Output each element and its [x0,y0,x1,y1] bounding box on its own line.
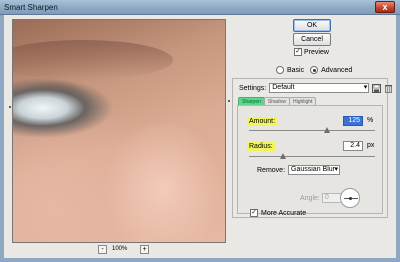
amount-label: Amount: [247,117,278,126]
ok-button[interactable]: OK [293,19,331,32]
title-bar: Smart Sharpen x [0,0,400,15]
mode-selector: Basic Advanced [276,66,352,74]
settings-dropdown[interactable]: Default [269,83,370,93]
save-icon[interactable] [372,83,382,93]
more-accurate-checkbox[interactable]: ✓ [250,209,258,217]
preview-edge-marker-right [228,100,230,102]
amount-slider[interactable] [249,127,375,133]
remove-dropdown[interactable]: Gaussian Blur [288,165,341,175]
settings-label: Settings: [239,84,267,92]
preview-checkbox[interactable]: ✓ [294,48,302,56]
trash-icon[interactable] [384,84,393,93]
preview-image[interactable] [12,19,226,243]
remove-row: Remove: Gaussian Blur [257,165,341,175]
radius-slider-thumb[interactable] [280,153,287,159]
close-button[interactable]: x [375,1,395,13]
settings-row: Settings: Default [239,83,393,93]
radius-label: Radius: [247,142,275,151]
preview-label: Preview [304,48,329,56]
tab-sharpen[interactable]: Sharpen [238,97,265,105]
more-accurate-label: More Accurate [261,209,307,217]
radius-input[interactable]: 2.4 [343,141,363,151]
advanced-label: Advanced [321,66,353,74]
radius-unit: px [367,142,375,149]
tab-shadow[interactable]: Shadow [263,97,290,105]
cancel-button[interactable]: Cancel [293,33,331,46]
basic-label: Basic [287,66,305,74]
amount-slider-thumb[interactable] [324,127,331,133]
tab-highlight[interactable]: Highlight [288,97,317,105]
radius-slider[interactable] [249,153,375,159]
angle-dial [340,188,360,208]
angle-label: Angle: [300,194,320,202]
zoom-out-button[interactable]: - [98,245,107,254]
remove-label: Remove: [257,166,286,174]
advanced-radio[interactable] [310,66,319,74]
more-accurate-toggle[interactable]: ✓ More Accurate [250,209,306,217]
tab-strip: Sharpen Shadow Highlight [238,97,317,105]
window-title: Smart Sharpen [4,3,58,12]
amount-unit: % [367,117,374,124]
amount-input[interactable]: 125 [343,116,363,126]
basic-radio[interactable] [276,66,284,74]
preview-toggle[interactable]: ✓ Preview [294,48,329,56]
zoom-level: 100% [112,246,128,252]
preview-image-shading [13,40,173,80]
zoom-in-button[interactable]: + [140,245,149,254]
preview-edge-marker-left [9,106,11,108]
